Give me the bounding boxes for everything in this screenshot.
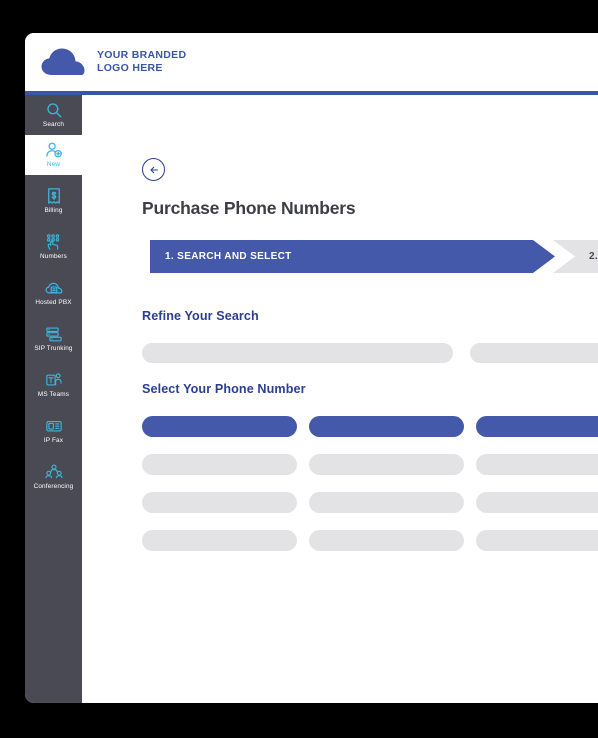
arrow-left-circle-icon	[148, 164, 160, 176]
brand-header: YOUR BRANDED LOGO HERE	[25, 33, 598, 91]
phone-number-option[interactable]	[142, 492, 297, 513]
phone-number-option[interactable]	[309, 492, 464, 513]
cloud-icon	[41, 47, 85, 77]
phone-number-option[interactable]	[309, 530, 464, 551]
sidebar-item-search[interactable]: Search	[25, 95, 82, 135]
screenshot-stage: YOUR BRANDED LOGO HERE Search New Billin…	[0, 0, 598, 738]
sidebar-item-label: IP Fax	[43, 437, 64, 444]
sidebar-item-new[interactable]: New	[25, 135, 82, 175]
step-label: 1. SEARCH AND SELECT	[165, 251, 292, 262]
phone-number-option[interactable]	[309, 416, 464, 437]
section-heading-refine-your-search: Refine Your Search	[142, 309, 259, 323]
step-label: 2. C	[589, 251, 598, 262]
magnifier-icon	[45, 101, 63, 119]
dial-pad-hand-icon	[45, 233, 63, 251]
section-heading-select-your-phone-number: Select Your Phone Number	[142, 382, 306, 396]
phone-number-option[interactable]	[476, 530, 598, 551]
sidebar-item-label: Billing	[44, 207, 63, 214]
phone-number-option[interactable]	[142, 416, 297, 437]
phone-number-option[interactable]	[142, 454, 297, 475]
server-stack-icon	[45, 325, 63, 343]
teams-icon	[45, 371, 63, 389]
application-window: YOUR BRANDED LOGO HERE Search New Billin…	[25, 33, 598, 703]
phone-number-option[interactable]	[309, 454, 464, 475]
back-button[interactable]	[142, 158, 165, 181]
add-user-icon	[45, 141, 63, 159]
phone-number-option[interactable]	[142, 530, 297, 551]
filter-placeholder[interactable]	[470, 343, 598, 363]
phone-number-option[interactable]	[476, 416, 598, 437]
sidebar-item-hosted-pbx[interactable]: Hosted PBX	[25, 273, 82, 313]
sidebar-item-billing[interactable]: Billing	[25, 181, 82, 221]
sidebar-item-sip-trunking[interactable]: SIP Trunking	[25, 319, 82, 359]
sidebar-item-ip-fax[interactable]: IP Fax	[25, 411, 82, 451]
sidebar-item-label: Hosted PBX	[35, 299, 72, 306]
brand-logo-text: YOUR BRANDED LOGO HERE	[97, 49, 187, 74]
phone-number-option[interactable]	[476, 454, 598, 475]
step-search-and-select[interactable]: 1. SEARCH AND SELECT	[150, 240, 555, 273]
filter-placeholder[interactable]	[142, 343, 453, 363]
phone-number-option[interactable]	[476, 492, 598, 513]
step-confirm[interactable]: 2. C	[553, 240, 598, 273]
sidebar-item-numbers[interactable]: Numbers	[25, 227, 82, 267]
fax-machine-icon	[45, 417, 63, 435]
sidebar-item-label: New	[46, 161, 61, 168]
sidebar-item-label: Numbers	[40, 253, 67, 260]
main-content: Purchase Phone Numbers 1. SEARCH AND SEL…	[82, 95, 598, 703]
sidebar-item-label: MS Teams	[37, 391, 70, 398]
sidebar-item-label: Conferencing	[33, 483, 74, 490]
step-progress-bar: 1. SEARCH AND SELECT 2. C	[150, 240, 598, 273]
people-group-icon	[44, 463, 63, 481]
cloud-phone-icon	[45, 279, 63, 297]
invoice-dollar-icon	[45, 187, 63, 205]
sidebar-nav: Search New Billing Numbers Hosted PBX SI…	[25, 95, 82, 703]
sidebar-item-label: Search	[42, 121, 65, 128]
sidebar-item-ms-teams[interactable]: MS Teams	[25, 365, 82, 405]
page-title: Purchase Phone Numbers	[142, 198, 356, 218]
sidebar-item-label: SIP Trunking	[34, 345, 73, 352]
sidebar-item-conferencing[interactable]: Conferencing	[25, 457, 82, 497]
